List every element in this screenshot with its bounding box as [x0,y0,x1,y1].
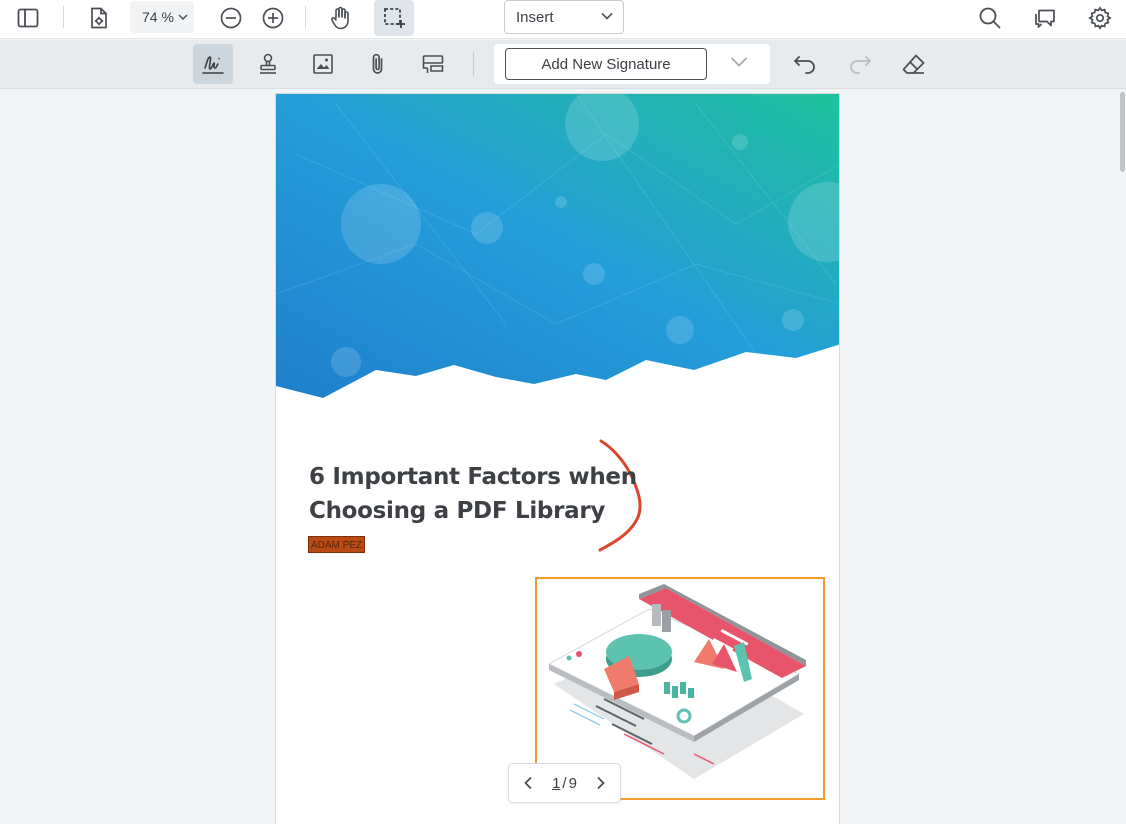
chevron-down-icon [178,13,188,20]
mode-select-value: Insert [516,8,554,26]
document-title-line: 6 Important Factors when [309,464,637,490]
zoom-out-icon[interactable] [213,0,249,36]
pan-hand-icon[interactable] [322,0,358,36]
zoom-level-select[interactable]: 74 % [130,1,194,33]
undo-icon[interactable] [785,44,825,84]
signature-toolbar: Add New Signature [0,40,1126,89]
signature-selector: Add New Signature [494,44,770,84]
zoom-in-icon[interactable] [255,0,291,36]
eraser-icon[interactable] [894,44,934,84]
page-separator: / [562,774,567,792]
vertical-scrollbar[interactable] [1118,89,1126,824]
area-select-icon[interactable] [374,0,414,36]
chevron-down-icon [601,12,613,20]
toolbar-divider [305,6,306,28]
add-new-signature-label: Add New Signature [541,55,671,73]
document-title-line: Choosing a PDF Library [309,498,606,524]
redo-icon[interactable] [840,44,880,84]
sidebar-toggle-icon[interactable] [10,0,46,36]
page-navigator: 1 / 9 [508,763,621,803]
toolbar-divider [473,52,474,76]
chevron-down-icon[interactable] [730,56,748,68]
previous-page-icon[interactable] [523,776,533,790]
signature-tool-icon[interactable] [193,44,233,84]
add-new-signature-button[interactable]: Add New Signature [505,48,707,80]
toolbar-divider [63,6,64,28]
attachment-paperclip-icon[interactable] [358,44,398,84]
cover-hero-graphic [276,94,839,398]
document-settings-icon[interactable] [81,0,117,36]
form-field-icon[interactable] [413,44,453,84]
next-page-icon[interactable] [596,776,606,790]
page-indicator[interactable]: 1 / 9 [552,775,577,792]
image-icon[interactable] [303,44,343,84]
mode-select[interactable]: Insert [504,0,624,34]
current-page-number[interactable]: 1 [552,775,560,792]
author-highlight[interactable]: ADAM PEZ [308,536,366,553]
comments-icon[interactable] [1027,0,1063,36]
scrollbar-thumb[interactable] [1120,92,1125,172]
search-icon[interactable] [972,0,1008,36]
pdf-page[interactable]: 6 Important Factors when Choosing a PDF … [275,93,840,824]
stamp-icon[interactable] [248,44,288,84]
top-toolbar: 74 % Insert [0,0,1126,39]
settings-gear-icon[interactable] [1082,0,1118,36]
total-pages: 9 [568,774,577,792]
document-title: 6 Important Factors when Choosing a PDF … [309,460,649,528]
zoom-level-value: 74 % [142,9,174,25]
